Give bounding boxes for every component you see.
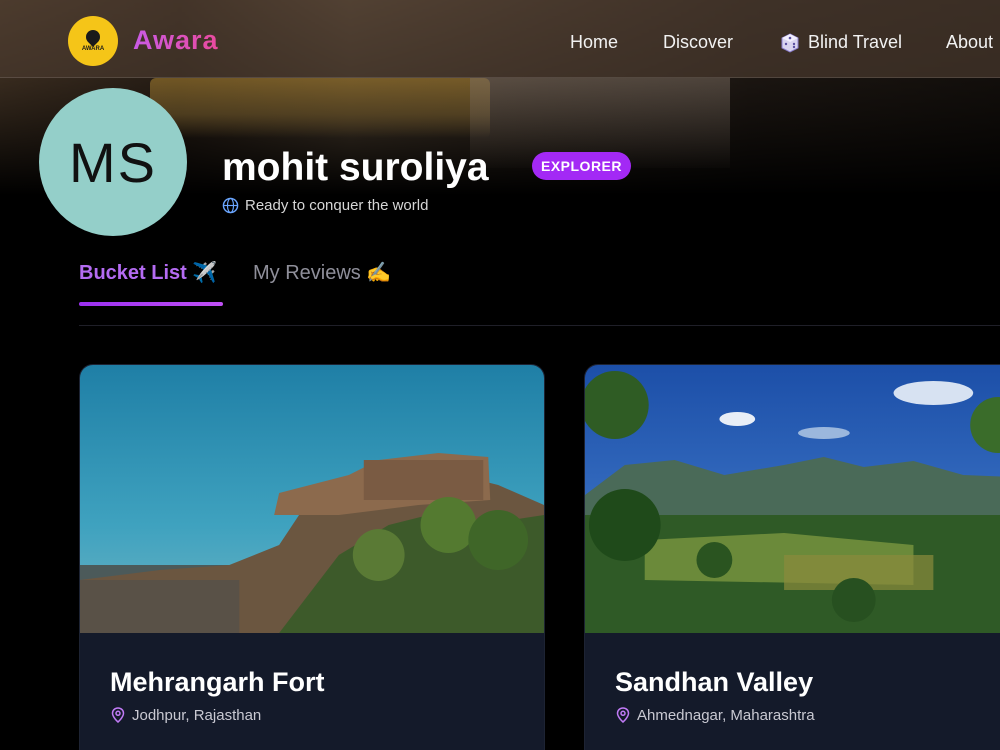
hero-image-van: [150, 78, 490, 138]
globe-icon: [222, 197, 239, 214]
nav-discover-link[interactable]: Discover: [663, 32, 733, 53]
dice-icon: [781, 33, 799, 53]
map-pin-icon: [616, 707, 630, 723]
logo-icon: [83, 27, 103, 47]
role-badge: EXPLORER: [532, 152, 631, 180]
nav-about-link[interactable]: About: [946, 32, 993, 53]
tabs-divider: [79, 325, 1000, 326]
logo[interactable]: AWARA: [68, 16, 118, 66]
brand-name[interactable]: Awara: [133, 25, 219, 56]
map-pin-icon: [111, 707, 125, 723]
tab-bucket-list[interactable]: Bucket List ✈️: [79, 260, 217, 285]
place-image-valley: [585, 365, 1000, 633]
tab-my-reviews[interactable]: My Reviews ✍️: [253, 260, 391, 285]
place-title: Sandhan Valley: [615, 667, 814, 697]
profile-status: Ready to conquer the world: [245, 197, 429, 214]
profile-name: mohit suroliya: [222, 146, 489, 189]
place-title: Mehrangarh Fort: [110, 667, 325, 697]
place-card-body: Sandhan Valley Ahmednagar, Maharashtra: [585, 633, 1000, 750]
place-location: Jodhpur, Rajasthan: [132, 707, 262, 724]
avatar[interactable]: MS: [39, 88, 187, 236]
place-location: Ahmednagar, Maharashtra: [637, 707, 815, 724]
place-image-fort: [80, 365, 544, 633]
place-card-body: Mehrangarh Fort Jodhpur, Rajasthan: [80, 633, 544, 750]
place-card[interactable]: Sandhan Valley Ahmednagar, Maharashtra: [584, 364, 1000, 750]
nav-blind-travel-link[interactable]: Blind Travel: [808, 32, 902, 53]
navbar: AWARA Awara Home Discover Blind Travel A…: [0, 0, 1000, 78]
place-card[interactable]: Mehrangarh Fort Jodhpur, Rajasthan: [79, 364, 545, 750]
nav-home-link[interactable]: Home: [570, 32, 618, 53]
active-tab-indicator: [79, 302, 223, 306]
